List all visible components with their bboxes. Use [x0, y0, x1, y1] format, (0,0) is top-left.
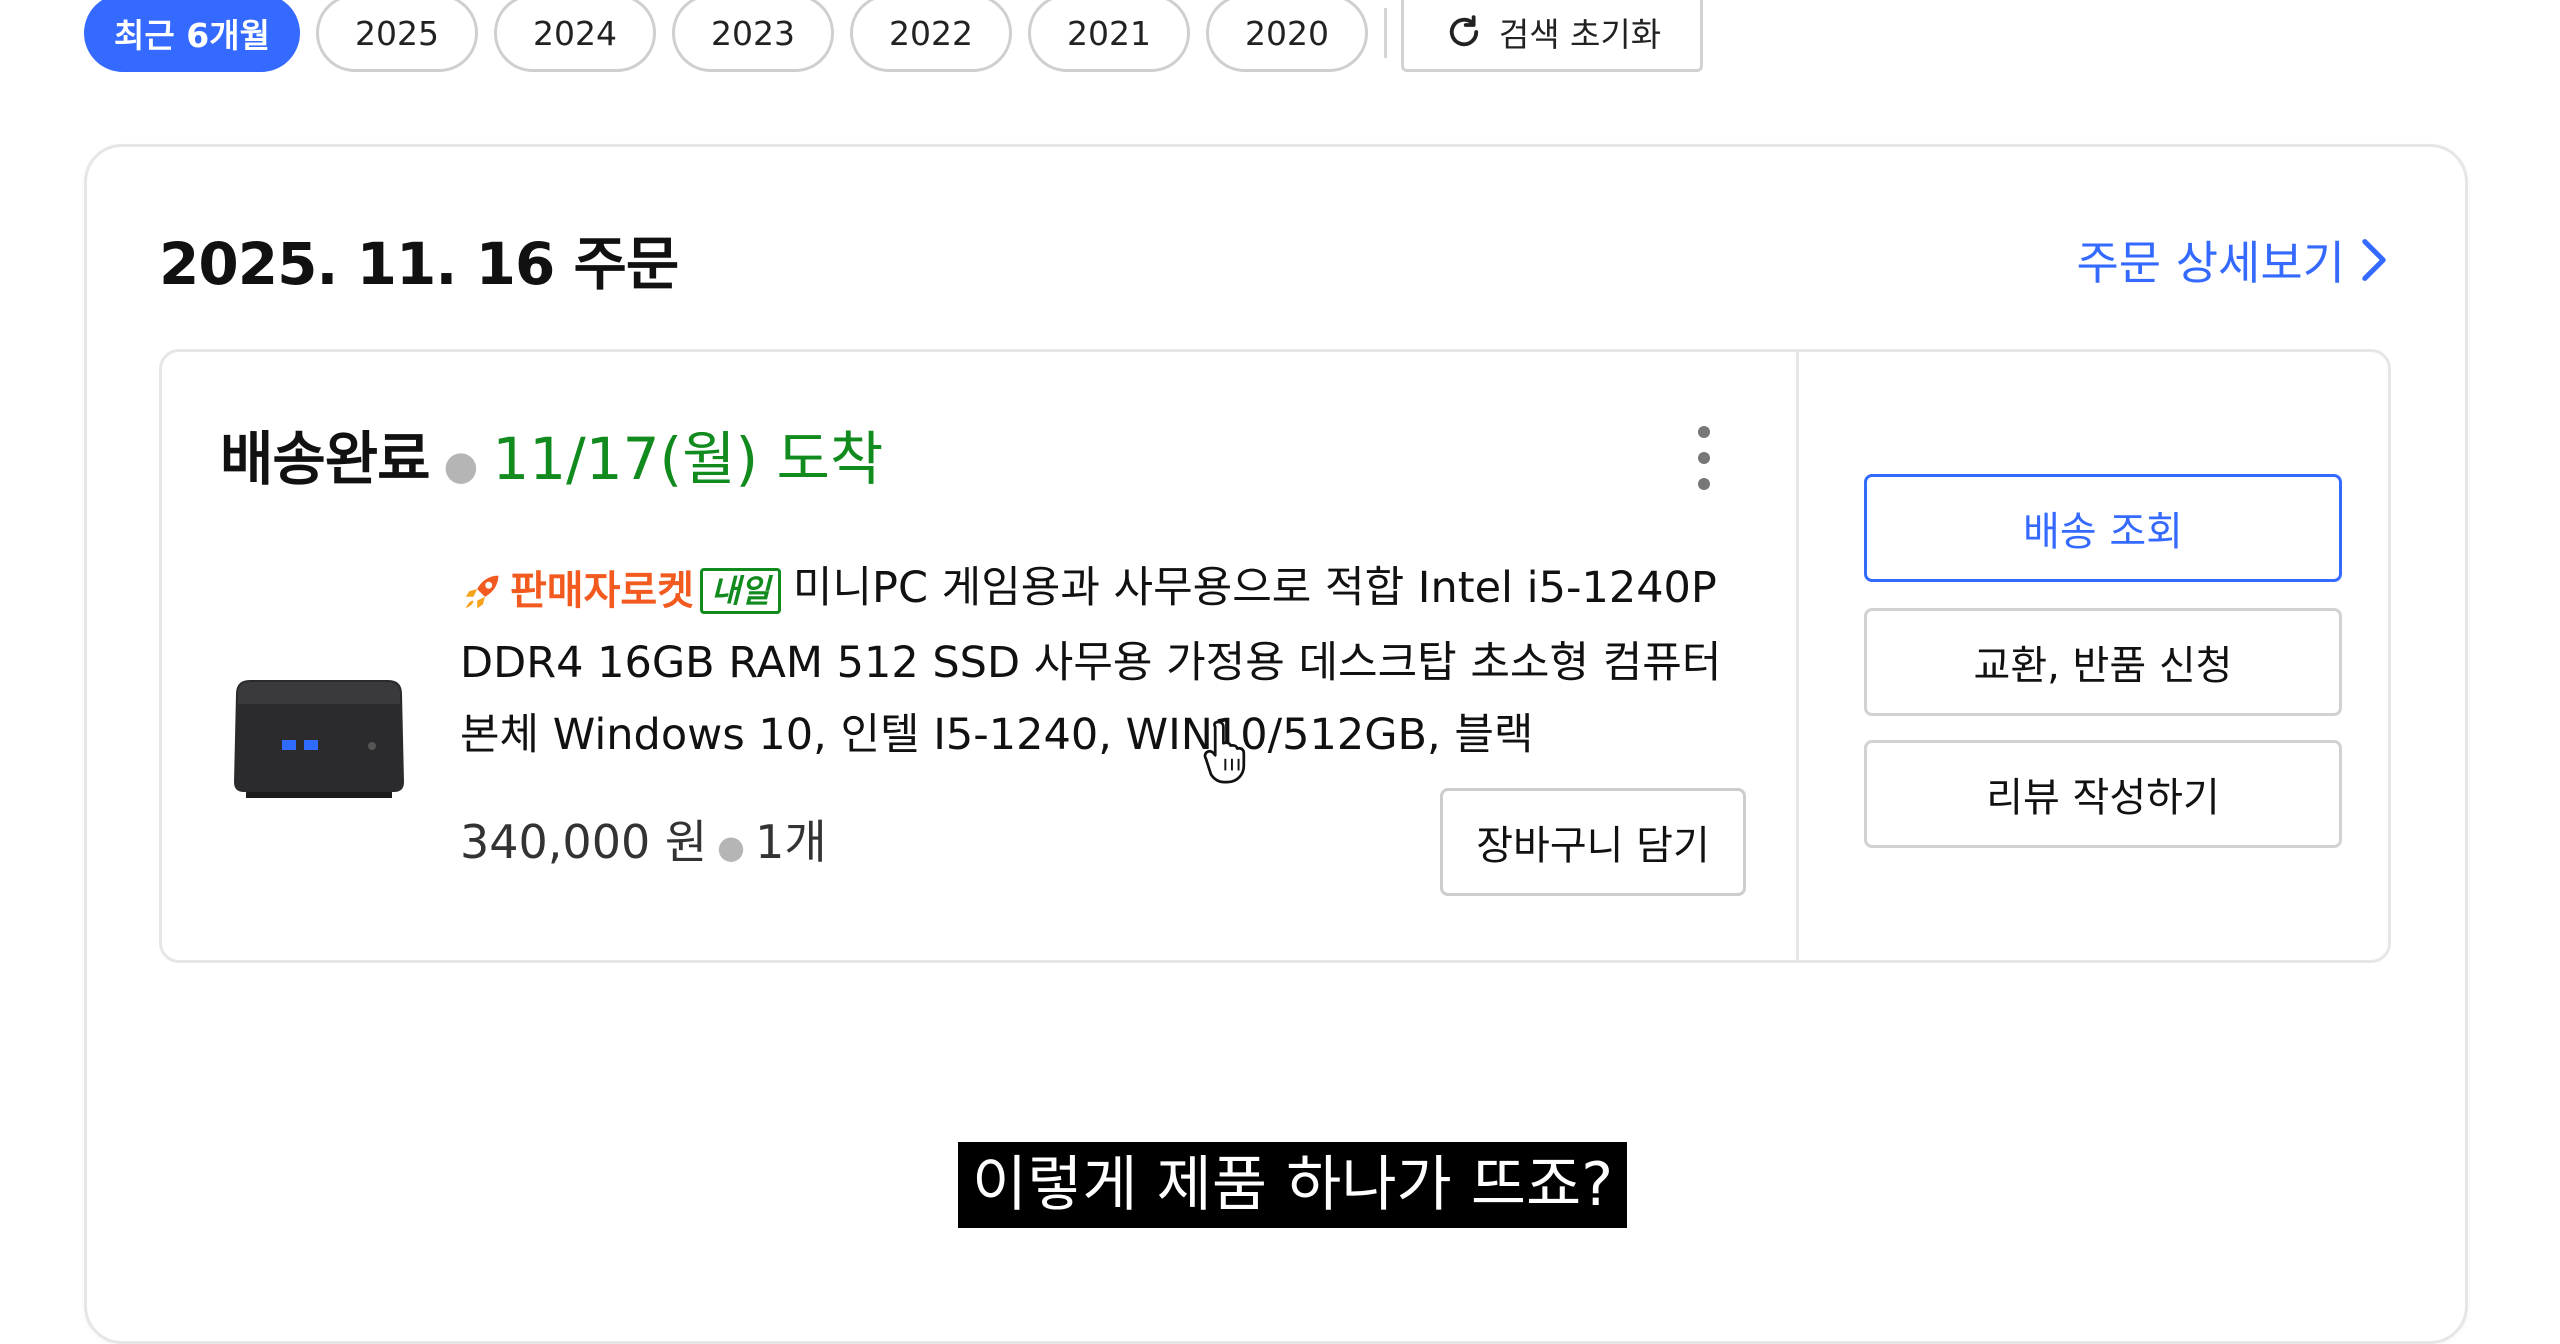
order-item-info: 배송완료 ● 11/17(월) 도착 판매자로켓 내일 미니PC 게임용과 사무…: [162, 352, 1799, 960]
price-quantity: 340,000 원 ● 1개: [460, 806, 827, 872]
filter-year-2023[interactable]: 2023: [672, 0, 834, 72]
chevron-right-icon: [2362, 239, 2386, 281]
filter-year-2024[interactable]: 2024: [494, 0, 656, 72]
delivery-status: 배송완료 ● 11/17(월) 도착: [220, 412, 883, 496]
write-review-button[interactable]: 리뷰 작성하기: [1864, 740, 2342, 848]
separator-dot: ●: [443, 443, 479, 489]
reset-search-label: 검색 초기화: [1498, 14, 1662, 54]
kebab-dot: [1698, 426, 1710, 438]
video-subtitle: 이렇게 제품 하나가 뜨죠?: [958, 1142, 1628, 1228]
refresh-icon: [1449, 14, 1479, 46]
price: 340,000 원: [460, 815, 708, 869]
hand-pointer-cursor-icon: [1203, 720, 1246, 784]
filter-year-2025[interactable]: 2025: [316, 0, 478, 72]
product-title[interactable]: 판매자로켓 내일 미니PC 게임용과 사무용으로 적합 Intel i5-1240…: [460, 552, 1750, 771]
kebab-dot: [1698, 452, 1710, 464]
order-detail-link[interactable]: 주문 상세보기: [2076, 227, 2389, 293]
filter-year-2020[interactable]: 2020: [1206, 0, 1368, 72]
add-to-cart-button[interactable]: 장바구니 담기: [1440, 788, 1746, 896]
arrival-date: 11/17(월) 도착: [492, 425, 884, 493]
seller-rocket-label: 판매자로켓: [510, 567, 694, 614]
filter-year-2022[interactable]: 2022: [850, 0, 1012, 72]
separator-dot: ●: [717, 828, 746, 866]
delivery-status-text: 배송완료: [220, 425, 430, 493]
filter-divider: [1384, 8, 1387, 58]
order-detail-label: 주문 상세보기: [2076, 236, 2345, 290]
quantity: 1개: [755, 815, 827, 869]
seller-rocket-badge: 판매자로켓: [460, 555, 694, 627]
period-filter-bar: 최근 6개월 2025 2024 2023 2022 2021 2020 검색 …: [84, 0, 1703, 72]
tomorrow-badge: 내일: [700, 567, 781, 614]
kebab-dot: [1698, 478, 1710, 490]
product-thumbnail[interactable]: [226, 670, 412, 802]
reset-search-button[interactable]: 검색 초기화: [1401, 0, 1703, 72]
order-date: 2025. 11. 16 주문: [159, 230, 679, 298]
more-options-button[interactable]: [1694, 426, 1714, 490]
filter-year-2021[interactable]: 2021: [1028, 0, 1190, 72]
exchange-return-button[interactable]: 교환, 반품 신청: [1864, 608, 2342, 716]
rocket-icon: [465, 575, 499, 608]
track-delivery-button[interactable]: 배송 조회: [1864, 474, 2342, 582]
filter-recent-6-months[interactable]: 최근 6개월: [84, 0, 300, 72]
order-item: 배송완료 ● 11/17(월) 도착 판매자로켓 내일 미니PC 게임용과 사무…: [159, 349, 2391, 963]
